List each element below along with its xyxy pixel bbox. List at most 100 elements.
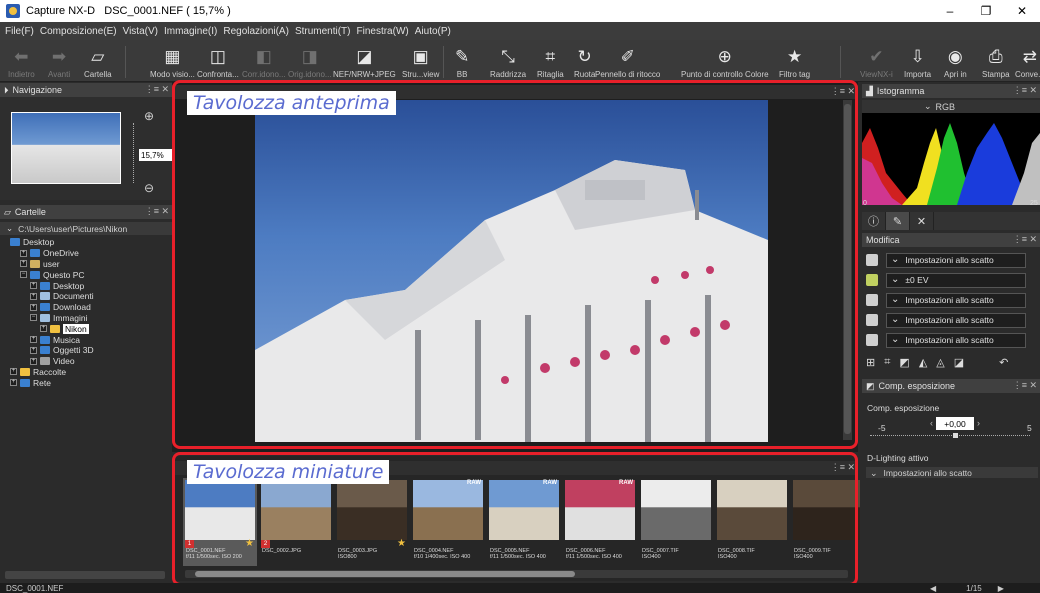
adjust-row-lens: Impostazioni allo scatto — [862, 331, 1040, 349]
picture-control-dropdown[interactable]: Impostazioni allo scatto — [886, 252, 1026, 268]
exposure-dropdown[interactable]: ±0 EV — [886, 272, 1026, 288]
tab-edit[interactable]: ✎ — [886, 212, 910, 230]
status-view-button[interactable]: ▣ Stru...view — [402, 40, 439, 82]
maximize-button[interactable]: ❐ — [968, 0, 1004, 22]
exposure-scale-min: -5 — [878, 423, 886, 433]
exposure-panel-icon: ◩ — [866, 380, 875, 391]
folder-tree-item[interactable]: − Questo PC — [0, 269, 165, 280]
nav-collapse-icon[interactable]: ⏵ — [4, 85, 9, 96]
dlighting-dropdown[interactable]: Impostazioni allo scatto — [866, 467, 1038, 478]
compare-button[interactable]: ◫ Confronta... — [197, 40, 239, 82]
viewnx-button[interactable]: ✔ ViewNX-i — [860, 40, 893, 82]
expand-toggle-icon[interactable]: + — [30, 357, 37, 365]
expand-toggle-icon[interactable]: + — [10, 379, 17, 387]
exposure-slider[interactable] — [870, 435, 1030, 436]
folder-tree-item[interactable]: + OneDrive — [0, 248, 165, 259]
picture-dropdown[interactable]: Impostazioni allo scatto — [886, 312, 1026, 328]
expand-toggle-icon[interactable]: + — [40, 325, 47, 333]
histogram-channel-select[interactable]: ⌄ RGB — [862, 100, 1040, 113]
exposure-value-field[interactable]: +0,00 — [936, 417, 974, 430]
exposure-slider-handle[interactable] — [953, 433, 958, 438]
expand-toggle-icon[interactable]: + — [30, 336, 37, 344]
straighten-button[interactable]: ⤡ Raddrizza — [490, 40, 526, 82]
folder-tree-item[interactable]: + user — [0, 259, 165, 270]
nef-jpeg-button[interactable]: ◪ NEF/NRW+JPEG — [333, 40, 396, 82]
menu-adjust[interactable]: Regolazioni(A) — [220, 26, 292, 37]
expand-toggle-icon[interactable]: + — [30, 282, 37, 290]
open-in-button[interactable]: ◉ Apri in — [944, 40, 967, 82]
close-button[interactable]: ✕ — [1004, 0, 1040, 22]
eyedropper-icon: ✎ — [455, 47, 470, 66]
convert-button[interactable]: ⇄Conve... — [1015, 40, 1040, 82]
next-page-icon[interactable]: ▶ — [998, 584, 1004, 593]
rotate-button[interactable]: ↻ Ruota — [574, 40, 595, 82]
undo-icon[interactable]: ↶ — [999, 356, 1008, 370]
crop-button[interactable]: ⌗ Ritaglia — [537, 40, 564, 82]
zoom-value-field[interactable]: 15,7% — [139, 149, 173, 161]
control-point-button[interactable]: ⊕ Punto di controllo Colore — [681, 40, 769, 82]
retouch-brush-button[interactable]: ✐ Pennello di ritocco — [595, 40, 660, 82]
folder-tree-item[interactable]: + Documenti — [0, 291, 165, 302]
toolbar: ⬅ Indietro ➡ Avanti ▱ Cartella ▦ Modo visio.… — [0, 40, 1040, 82]
panel-menu-icon[interactable]: ⋮≡ ✕ — [1013, 234, 1037, 245]
folder-tree-item[interactable]: + Rete — [0, 377, 165, 388]
folder-tree-item[interactable]: + Video — [0, 356, 165, 367]
tag-filter-button[interactable]: ★ Filtro tag — [779, 40, 810, 82]
orig-edit-button[interactable]: ◨ Orig.idono... — [288, 40, 332, 82]
lens-dropdown[interactable]: Impostazioni allo scatto — [886, 332, 1026, 348]
folder-path-selector[interactable]: ⌄ C:\Users\user\Pictures\Nikon — [0, 222, 172, 235]
folder-tree-item[interactable]: − Immagini — [0, 313, 165, 324]
exposure-increase-icon[interactable]: › — [977, 418, 980, 428]
folder-tree-item[interactable]: + Oggetti 3D — [0, 345, 165, 356]
wb-button[interactable]: ✎ BB — [455, 40, 469, 82]
menu-image[interactable]: Immagine(I) — [161, 26, 220, 37]
import-button[interactable]: ⇩ Importa — [904, 40, 931, 82]
menu-edit[interactable]: Composizione(E) — [37, 26, 120, 37]
folder-tree-item[interactable]: + Raccolte — [0, 367, 165, 378]
folder-scrollbar[interactable] — [5, 571, 165, 579]
expand-toggle-icon[interactable]: + — [30, 292, 37, 300]
expand-toggle-icon[interactable]: + — [30, 346, 37, 354]
zoom-in-icon[interactable]: ⊕ — [144, 109, 154, 123]
exposure-decrease-icon[interactable]: ‹ — [930, 418, 933, 428]
expand-toggle-icon[interactable]: − — [30, 314, 37, 322]
white-balance-dropdown[interactable]: Impostazioni allo scatto — [886, 292, 1026, 308]
tab-tools[interactable]: ✕ — [910, 212, 934, 230]
menu-view[interactable]: Vista(V) — [120, 26, 161, 37]
zoom-out-icon[interactable]: ⊖ — [144, 181, 154, 195]
noise-reduction-icon[interactable]: ⊞ — [866, 356, 875, 370]
folder-tree-item[interactable]: Desktop — [0, 237, 165, 248]
distortion-icon[interactable]: ⌗ — [884, 356, 890, 370]
panel-menu-icon[interactable]: ⋮≡ ✕ — [145, 206, 169, 217]
forward-button[interactable]: ➡ Avanti — [48, 40, 70, 82]
compare-edit-button[interactable]: ◧ Corr.idono... — [242, 40, 286, 82]
panel-menu-icon[interactable]: ⋮≡ ✕ — [145, 84, 169, 95]
vignette-icon[interactable]: ◭ — [919, 356, 927, 370]
menu-window[interactable]: Finestra(W) — [354, 26, 412, 37]
expand-toggle-icon[interactable]: + — [30, 303, 37, 311]
menu-file[interactable]: File(F) — [2, 26, 37, 37]
view-mode-button[interactable]: ▦ Modo visio... — [150, 40, 195, 82]
tab-info[interactable]: ⓘ — [862, 212, 886, 230]
expand-toggle-icon[interactable]: + — [10, 368, 17, 376]
expand-toggle-icon[interactable]: − — [20, 271, 27, 279]
menu-help[interactable]: Aiuto(P) — [412, 26, 454, 37]
expand-toggle-icon[interactable]: + — [20, 249, 27, 257]
folder-tree-item[interactable]: + Download — [0, 302, 165, 313]
menu-tools[interactable]: Strumenti(T) — [292, 26, 354, 37]
levels-icon[interactable]: ◪ — [954, 356, 964, 370]
expand-toggle-icon[interactable]: + — [20, 260, 27, 268]
navigation-thumbnail[interactable] — [11, 112, 121, 184]
tone-icon[interactable]: ◩ — [899, 356, 909, 370]
print-button[interactable]: ⎙ Stampa — [982, 40, 1010, 82]
panel-menu-icon[interactable]: ⋮≡ ✕ — [1013, 380, 1037, 391]
back-button[interactable]: ⬅ Indietro — [8, 40, 35, 82]
panel-menu-icon[interactable]: ⋮≡ ✕ — [1013, 85, 1037, 96]
folder-button[interactable]: ▱ Cartella — [84, 40, 112, 82]
folder-tree-item[interactable]: + Desktop — [0, 280, 165, 291]
perspective-icon[interactable]: ◬ — [936, 356, 944, 370]
prev-page-icon[interactable]: ◀ — [930, 584, 936, 593]
folder-tree-item[interactable]: + Nikon — [0, 323, 165, 334]
folder-tree-item[interactable]: + Musica — [0, 334, 165, 345]
minimize-button[interactable]: – — [932, 0, 968, 22]
